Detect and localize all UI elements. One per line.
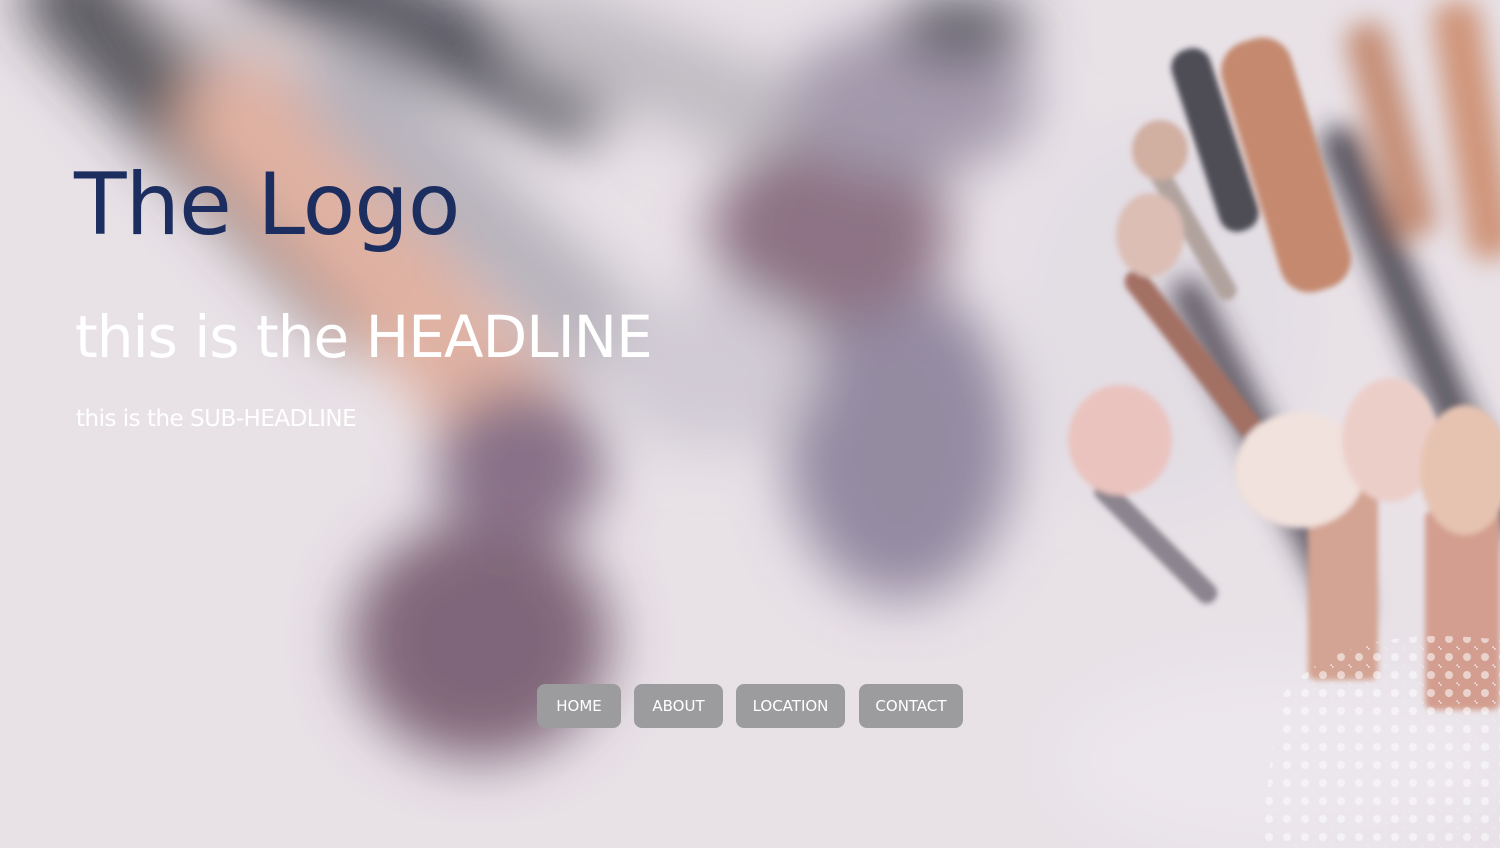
main-navigation: HOME ABOUT LOCATION CONTACT (0, 684, 1500, 728)
nav-contact-button[interactable]: CONTACT (859, 684, 963, 728)
nav-about-button[interactable]: ABOUT (634, 684, 723, 728)
hero-headline: this is the HEADLINE (75, 303, 653, 371)
nav-home-button[interactable]: HOME (537, 684, 621, 728)
site-logo[interactable]: The Logo (74, 158, 461, 253)
hero-subheadline: this is the SUB-HEADLINE (76, 406, 357, 432)
hero-section: The Logo this is the HEADLINE this is th… (0, 0, 1500, 848)
nav-location-button[interactable]: LOCATION (736, 684, 845, 728)
